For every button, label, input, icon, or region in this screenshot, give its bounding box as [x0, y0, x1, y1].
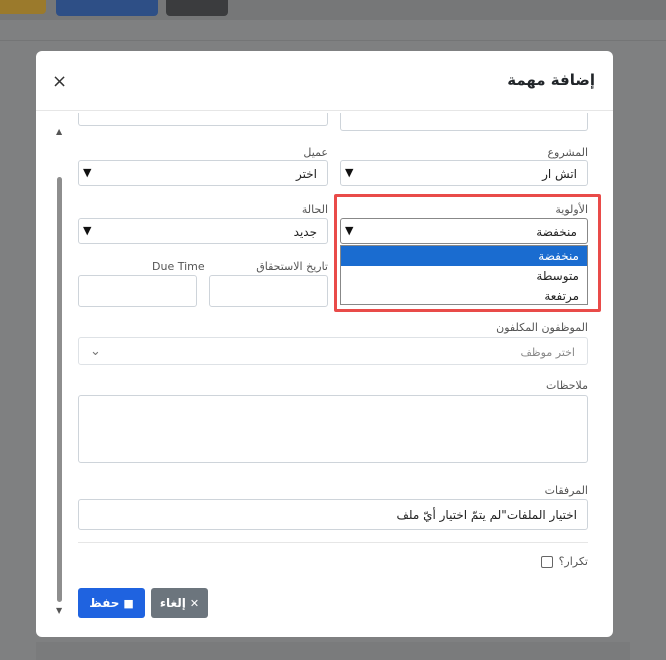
- caret-down-icon: ▼: [83, 224, 92, 237]
- status-select[interactable]: جديد ▼: [78, 218, 328, 244]
- attachments-input[interactable]: اختيار الملفات"لم يتمّ اختيار أيّ ملف: [78, 499, 588, 530]
- attachments-text: اختيار الملفات"لم يتمّ اختيار أيّ ملف: [396, 508, 577, 522]
- repeat-row: تكرار؟: [540, 555, 588, 568]
- employees-select[interactable]: اختر موظف ⌄: [78, 337, 588, 365]
- client-select[interactable]: اختر ▼: [78, 160, 328, 186]
- background-button-3: [166, 0, 228, 16]
- divider: [78, 542, 588, 543]
- client-label: عميل: [303, 146, 328, 159]
- hidden-field-right[interactable]: [340, 113, 588, 131]
- caret-down-icon: ▼: [345, 166, 354, 179]
- notes-label: ملاحظات: [546, 379, 588, 392]
- hidden-field-left[interactable]: [78, 113, 328, 126]
- modal-title: إضافة مهمة: [507, 71, 595, 89]
- project-select[interactable]: اتش ار ▼: [340, 160, 588, 186]
- project-label: المشروع: [547, 146, 588, 159]
- due-date-label: تاريخ الاستحقاق: [256, 260, 328, 273]
- highlight-box: [334, 194, 601, 312]
- employees-placeholder: اختر موظف: [520, 346, 575, 359]
- scroll-thumb[interactable]: [57, 177, 62, 602]
- background-line: [0, 40, 666, 41]
- project-value: اتش ار: [542, 167, 577, 181]
- scroll-down-icon[interactable]: ▼: [56, 606, 62, 615]
- due-time-input[interactable]: [78, 275, 197, 307]
- client-value: اختر: [296, 167, 317, 181]
- floppy-disk-icon: ■: [123, 596, 134, 610]
- chevron-down-icon: ⌄: [90, 344, 101, 359]
- scroll-up-icon[interactable]: ▲: [56, 127, 62, 136]
- modal-header: إضافة مهمة ×: [36, 51, 613, 111]
- save-button[interactable]: ■ حفظ: [78, 588, 145, 618]
- employees-label: الموظفون المكلفون: [496, 321, 588, 334]
- scrollbar[interactable]: ▲ ▼: [56, 127, 64, 615]
- add-task-modal: إضافة مهمة × ▲ ▼ المشروع اتش ار ▼ عميل ا…: [36, 51, 613, 637]
- close-icon[interactable]: ×: [52, 73, 67, 91]
- cancel-button[interactable]: ✕ إلغاء: [151, 588, 208, 618]
- background-bottom: [36, 642, 630, 660]
- due-time-label: Due Time: [152, 260, 205, 273]
- status-label: الحالة: [301, 203, 328, 216]
- background-button-2: [56, 0, 158, 16]
- repeat-label: تكرار؟: [558, 555, 588, 568]
- attachments-label: المرفقات: [544, 484, 588, 497]
- caret-down-icon: ▼: [83, 166, 92, 179]
- background-button-1: [0, 0, 46, 14]
- save-label: حفظ: [89, 596, 120, 610]
- cancel-label: إلغاء: [159, 596, 186, 610]
- notes-textarea[interactable]: [78, 395, 588, 463]
- status-value: جديد: [293, 225, 317, 239]
- repeat-checkbox[interactable]: [540, 555, 553, 568]
- due-date-input[interactable]: [209, 275, 328, 307]
- x-icon: ✕: [189, 596, 200, 610]
